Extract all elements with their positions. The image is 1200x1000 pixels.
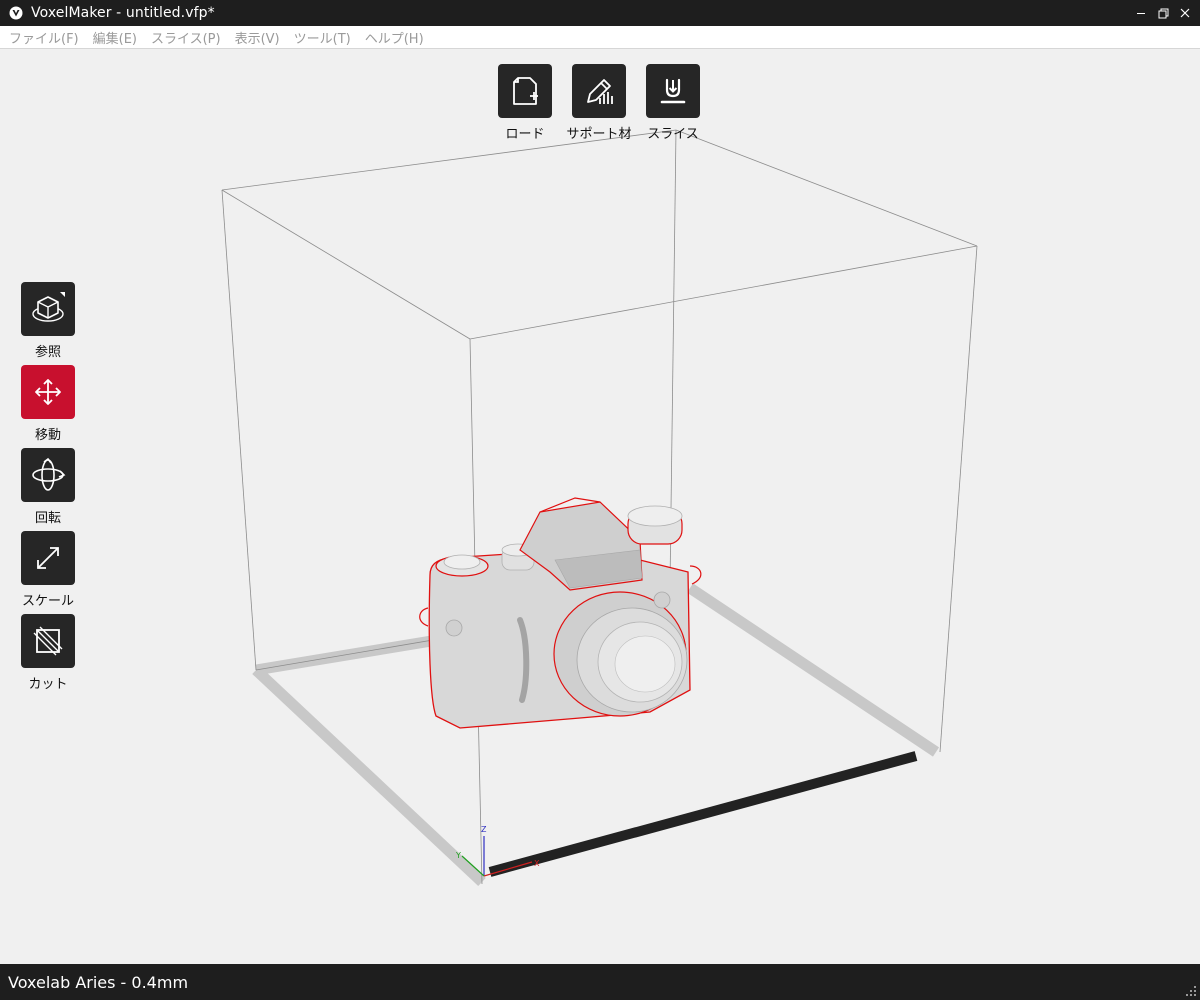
window-controls <box>1130 0 1196 26</box>
load-button[interactable] <box>498 64 552 118</box>
view-tool: 参照 <box>8 282 88 360</box>
menu-help[interactable]: ヘルプ(H) <box>358 28 431 47</box>
restore-icon <box>1158 8 1168 18</box>
camera-model[interactable] <box>419 497 702 729</box>
move-button[interactable] <box>21 365 75 419</box>
axis-y-label: Y <box>455 851 461 860</box>
scale-icon <box>37 547 59 569</box>
file-add-icon <box>513 77 538 105</box>
load-label: ロード <box>505 127 545 142</box>
menu-tools[interactable]: ツール(T) <box>287 28 358 47</box>
restore-button[interactable] <box>1152 0 1174 26</box>
rotate-button[interactable] <box>21 448 75 502</box>
axis-z-label: Z <box>481 825 487 834</box>
scale-label: スケール <box>21 594 74 609</box>
slice-download-icon <box>660 78 686 104</box>
menu-bar: ファイル(F) 編集(E) スライス(P) 表示(V) ツール(T) ヘルプ(H… <box>0 26 1200 49</box>
rotate-label: 回転 <box>34 511 61 526</box>
cut-button[interactable] <box>21 614 75 668</box>
axis-x-label: X <box>534 859 540 868</box>
rotate-tool: 回転 <box>8 448 88 526</box>
menu-edit[interactable]: 編集(E) <box>86 28 144 47</box>
scale-tool: スケール <box>8 531 88 609</box>
cut-icon <box>33 626 63 656</box>
menu-slice[interactable]: スライス(P) <box>144 28 228 47</box>
load-tool: ロード <box>485 64 565 142</box>
cube-view-icon <box>32 292 65 322</box>
scale-button[interactable] <box>21 531 75 585</box>
pencil-support-icon <box>587 79 613 104</box>
minimize-button[interactable] <box>1130 0 1152 26</box>
rotate-icon <box>32 457 66 491</box>
move-tool: 移動 <box>8 365 88 443</box>
cut-label: カット <box>28 677 68 692</box>
support-label: サポート材 <box>566 127 632 142</box>
minimize-icon <box>1137 13 1145 14</box>
view-button[interactable] <box>21 282 75 336</box>
slice-button[interactable] <box>646 64 700 118</box>
move-arrows-icon <box>35 379 61 405</box>
3d-viewport[interactable]: Z X Y <box>1 49 1199 964</box>
voxelmaker-logo-icon <box>9 6 23 20</box>
slice-tool: スライス <box>633 64 713 142</box>
menu-file[interactable]: ファイル(F) <box>0 28 86 47</box>
view-label: 参照 <box>34 345 61 360</box>
scene-canvas[interactable]: Z X Y <box>1 49 1199 964</box>
status-bar: Voxelab Aries - 0.4mm <box>0 964 1200 1000</box>
slice-label: スライス <box>647 127 699 142</box>
move-label: 移動 <box>34 428 61 443</box>
close-button[interactable] <box>1174 0 1196 26</box>
title-bar: VoxelMaker - untitled.vfp* <box>0 0 1200 26</box>
printer-profile[interactable]: Voxelab Aries - 0.4mm <box>8 973 188 992</box>
resize-grip-icon[interactable] <box>1186 986 1196 996</box>
support-button[interactable] <box>572 64 626 118</box>
cut-tool: カット <box>8 614 88 692</box>
close-icon <box>1180 8 1190 18</box>
window-title: VoxelMaker - untitled.vfp* <box>31 5 215 21</box>
menu-view[interactable]: 表示(V) <box>228 28 287 47</box>
support-tool: サポート材 <box>559 64 639 142</box>
